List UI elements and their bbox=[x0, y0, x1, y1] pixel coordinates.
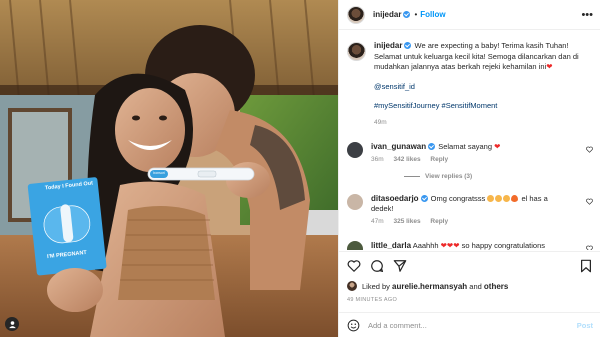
fire-emoji-icon bbox=[511, 195, 519, 202]
like-heart-icon[interactable] bbox=[347, 259, 361, 273]
post-image bbox=[0, 0, 338, 337]
view-replies-label: View replies (3) bbox=[425, 173, 473, 180]
post-comment-button[interactable]: Post bbox=[577, 321, 593, 330]
follow-button[interactable]: Follow bbox=[420, 10, 445, 19]
test-brand-label: bonsori bbox=[153, 171, 165, 175]
comment-username[interactable]: ditasoedarjo bbox=[371, 194, 419, 203]
verified-badge-icon bbox=[404, 42, 412, 49]
comment-input[interactable] bbox=[368, 320, 577, 330]
heart-emoji-icon: ❤❤❤ bbox=[440, 241, 460, 250]
separator-dot: • bbox=[414, 10, 418, 19]
add-comment-bar: Post bbox=[339, 312, 600, 337]
reply-button[interactable]: Reply bbox=[430, 218, 448, 225]
comment-item: little_darla Aaahhh ❤❤❤ so happy congrat… bbox=[347, 241, 593, 250]
emoji-icon bbox=[495, 195, 503, 202]
commenter-avatar[interactable] bbox=[347, 142, 363, 158]
comment-time: 47m bbox=[371, 218, 384, 225]
caption: inijedar We are expecting a baby! Terima… bbox=[347, 41, 593, 128]
emoji-smile-icon[interactable] bbox=[347, 319, 360, 332]
replies-line bbox=[404, 176, 420, 177]
author-username[interactable]: inijedar bbox=[373, 10, 401, 19]
heart-emoji-icon: ❤ bbox=[546, 62, 553, 71]
author-avatar[interactable] bbox=[347, 5, 365, 24]
liker-username[interactable]: aurelie.hermansyah bbox=[392, 282, 467, 291]
tagged-user-icon[interactable] bbox=[5, 317, 19, 331]
commenter-avatar[interactable] bbox=[347, 241, 363, 250]
mention-link[interactable]: @sensitif_id bbox=[374, 82, 415, 91]
liked-by-and: and bbox=[469, 281, 482, 291]
action-icons-row bbox=[347, 258, 593, 274]
comment-username[interactable]: ivan_gunawan bbox=[371, 142, 426, 151]
verified-badge-icon bbox=[420, 195, 428, 202]
post-photo[interactable]: Today I Found Out I'M PREGNANT bonsori bbox=[0, 0, 338, 337]
commenter-avatar[interactable] bbox=[347, 194, 363, 210]
post-timestamp: 49 MINUTES AGO bbox=[347, 297, 398, 303]
caption-body: inijedar We are expecting a baby! Terima… bbox=[374, 41, 590, 128]
caption-avatar[interactable] bbox=[347, 42, 366, 61]
comment-item: ditasoedarjo Omg congratsss el has a ded… bbox=[347, 194, 593, 227]
likes-others-link[interactable]: others bbox=[484, 282, 508, 291]
emoji-icon bbox=[487, 195, 495, 202]
emoji-icon bbox=[503, 195, 511, 202]
more-options-icon[interactable]: ••• bbox=[581, 9, 593, 20]
liked-by-prefix: Liked by bbox=[362, 281, 390, 291]
save-bookmark-icon[interactable] bbox=[579, 259, 593, 273]
comment-text: Omg congratsss bbox=[430, 194, 486, 203]
hashtag-links[interactable]: #mySensitifJourney #SensitifMoment bbox=[374, 101, 497, 110]
comment-item: ivan_gunawan Selamat sayang ❤ 36m 342 li… bbox=[347, 142, 593, 165]
user-icon bbox=[8, 320, 16, 328]
caption-time: 49m bbox=[374, 118, 387, 126]
like-comment-icon[interactable] bbox=[586, 198, 593, 205]
view-replies-button[interactable]: View replies (3) bbox=[404, 173, 593, 180]
comment-text-after: so happy congratulations bbox=[461, 241, 545, 250]
like-comment-icon[interactable] bbox=[586, 245, 593, 250]
post-side-panel: inijedar • Follow ••• inijedar We are ex… bbox=[338, 0, 600, 337]
verified-badge-icon bbox=[403, 11, 411, 18]
caption-username[interactable]: inijedar bbox=[374, 41, 402, 50]
comments-scroll-area[interactable]: inijedar We are expecting a baby! Terima… bbox=[339, 31, 600, 250]
comment-likes[interactable]: 325 likes bbox=[393, 218, 420, 225]
heart-emoji-icon: ❤ bbox=[494, 142, 501, 151]
post-actions: Liked by aurelie.hermansyah and others 4… bbox=[339, 251, 600, 303]
likes-summary: Liked by aurelie.hermansyah and others bbox=[347, 281, 593, 291]
liker-avatar[interactable] bbox=[347, 281, 357, 291]
comment-text: Selamat sayang bbox=[438, 142, 493, 151]
comment-text: Aaahhh bbox=[412, 241, 439, 250]
comment-likes[interactable]: 342 likes bbox=[393, 156, 420, 163]
verified-badge-icon bbox=[428, 143, 436, 150]
comment-time: 36m bbox=[371, 156, 384, 163]
reply-button[interactable]: Reply bbox=[430, 156, 448, 163]
comment-username[interactable]: little_darla bbox=[371, 241, 411, 250]
like-comment-icon[interactable] bbox=[586, 146, 593, 153]
share-send-icon[interactable] bbox=[393, 259, 407, 273]
post-header: inijedar • Follow ••• bbox=[339, 0, 600, 30]
comment-icon[interactable] bbox=[370, 259, 384, 273]
